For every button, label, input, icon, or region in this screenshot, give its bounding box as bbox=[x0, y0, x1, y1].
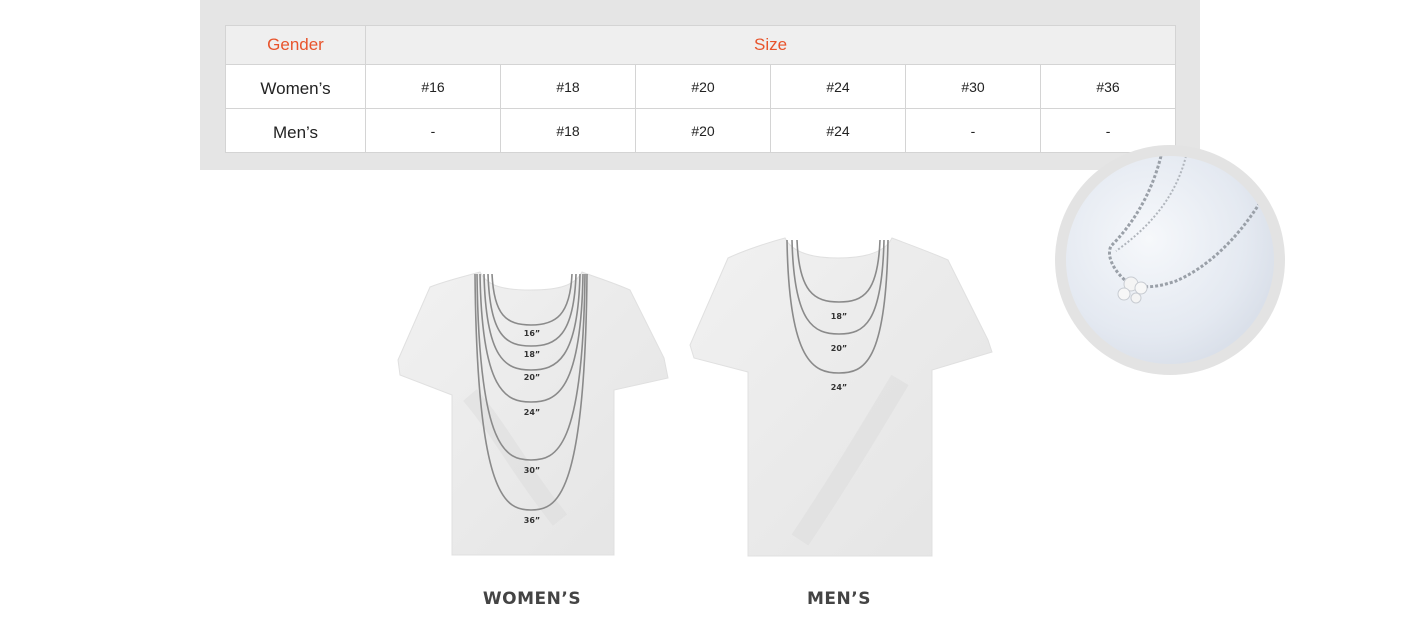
size-guide: Gender Size Women’s #16 #18 #20 #24 #30 … bbox=[0, 0, 1407, 628]
necklace-photo bbox=[1066, 156, 1274, 364]
womens-length-label: 36” bbox=[524, 516, 540, 525]
womens-length-label: 24” bbox=[524, 408, 540, 417]
womens-length-label: 20” bbox=[524, 373, 540, 382]
womens-length-label: 18” bbox=[524, 350, 540, 359]
mens-length-label: 20” bbox=[831, 344, 847, 353]
mens-length-label: 18” bbox=[831, 312, 847, 321]
womens-length-label: 16” bbox=[524, 329, 540, 338]
mens-length-label: 24” bbox=[831, 383, 847, 392]
necklace-image bbox=[1108, 156, 1263, 304]
womens-length-label: 30” bbox=[524, 466, 540, 475]
necklace-photo-frame bbox=[1055, 145, 1285, 375]
mens-tshirt: 18” 20” 24” bbox=[689, 237, 993, 557]
mens-tshirt-body bbox=[689, 237, 993, 557]
mens-caption: MEN’S bbox=[807, 589, 871, 609]
womens-tshirt: 16” 18” 20” 24” 30” 36” bbox=[397, 271, 669, 556]
womens-caption: WOMEN’S bbox=[482, 589, 582, 609]
